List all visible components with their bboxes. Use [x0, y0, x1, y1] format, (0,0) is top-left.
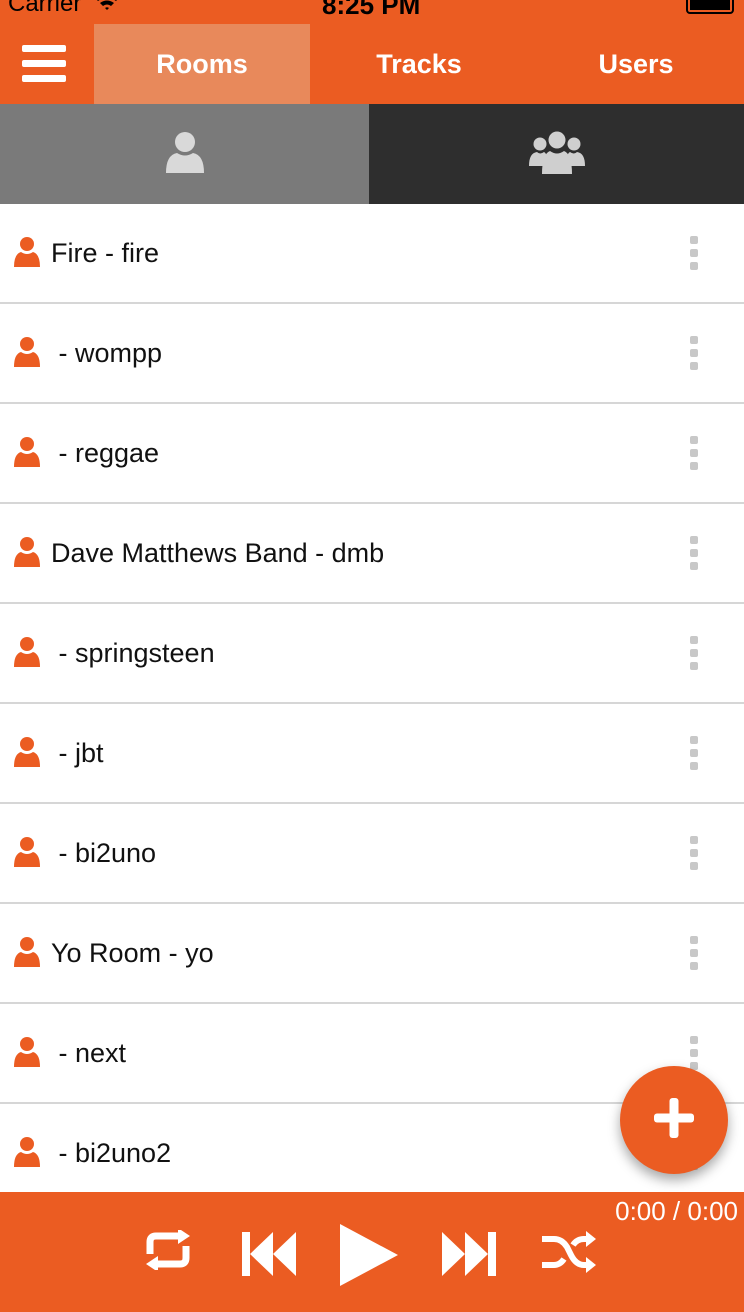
room-owner-user-icon [14, 1137, 40, 1172]
shuffle-icon[interactable] [540, 1230, 596, 1279]
room-list: Fire - fire - wompp - reggae Dave Matthew… [0, 204, 744, 1204]
play-icon[interactable] [340, 1224, 398, 1291]
tab-users-label: Users [598, 48, 674, 79]
room-row[interactable]: - wompp [0, 304, 744, 404]
room-owner-user-icon [14, 437, 40, 472]
more-options-icon[interactable] [689, 1036, 699, 1072]
room-name: - bi2uno [51, 837, 157, 868]
hamburger-menu-icon[interactable] [22, 45, 66, 83]
more-options-icon[interactable] [689, 936, 699, 972]
room-name: - wompp [51, 337, 163, 368]
room-owner-user-icon [14, 337, 40, 372]
tab-tracks-label: Tracks [376, 48, 462, 79]
room-row[interactable]: - bi2uno [0, 804, 744, 904]
wifi-icon [94, 0, 120, 15]
room-owner-user-icon [14, 837, 40, 872]
status-bar: Carrier 8:25 PM [0, 0, 744, 18]
segment-personal-rooms[interactable] [0, 104, 369, 204]
users-group-icon [528, 130, 585, 179]
more-options-icon[interactable] [689, 436, 699, 472]
room-name: Yo Room - yo [51, 937, 214, 968]
tab-rooms-label: Rooms [156, 48, 248, 79]
room-owner-user-icon [14, 537, 40, 572]
playback-time: 0:00 / 0:00 [615, 1196, 738, 1226]
more-options-icon[interactable] [689, 836, 699, 872]
user-icon [164, 131, 206, 178]
more-options-icon[interactable] [689, 736, 699, 772]
room-name: Dave Matthews Band - dmb [51, 537, 385, 568]
player-bar: 0:00 / 0:00 [0, 1192, 744, 1312]
more-options-icon[interactable] [689, 236, 699, 272]
clock: 8:25 PM [322, 0, 421, 18]
room-row[interactable]: - springsteen [0, 604, 744, 704]
plus-icon [654, 1097, 694, 1143]
room-name: Fire - fire [51, 237, 159, 268]
room-owner-user-icon [14, 937, 40, 972]
tab-users[interactable]: Users [528, 24, 744, 104]
room-owner-user-icon [14, 1037, 40, 1072]
battery-icon [686, 0, 734, 14]
nav-bar: Rooms Tracks Users [0, 18, 744, 104]
carrier-label: Carrier [8, 0, 82, 17]
room-row[interactable]: Yo Room - yo [0, 904, 744, 1004]
room-row[interactable]: - reggae [0, 404, 744, 504]
add-room-button[interactable] [620, 1066, 728, 1174]
room-owner-user-icon [14, 737, 40, 772]
repeat-icon[interactable] [140, 1228, 196, 1275]
room-name: - bi2uno2 [51, 1137, 172, 1168]
room-owner-user-icon [14, 237, 40, 272]
room-owner-user-icon [14, 637, 40, 672]
more-options-icon[interactable] [689, 636, 699, 672]
room-row[interactable]: - jbt [0, 704, 744, 804]
segment-group-rooms[interactable] [369, 104, 744, 204]
room-name: - reggae [51, 437, 160, 468]
tab-rooms[interactable]: Rooms [94, 24, 310, 104]
next-track-icon[interactable] [442, 1232, 496, 1281]
previous-track-icon[interactable] [242, 1232, 296, 1281]
room-row[interactable]: Fire - fire [0, 204, 744, 304]
room-name: - jbt [51, 737, 104, 768]
room-row[interactable]: Dave Matthews Band - dmb [0, 504, 744, 604]
more-options-icon[interactable] [689, 536, 699, 572]
more-options-icon[interactable] [689, 336, 699, 372]
room-name: - next [51, 1037, 127, 1068]
tab-tracks[interactable]: Tracks [311, 24, 527, 104]
room-name: - springsteen [51, 637, 215, 668]
